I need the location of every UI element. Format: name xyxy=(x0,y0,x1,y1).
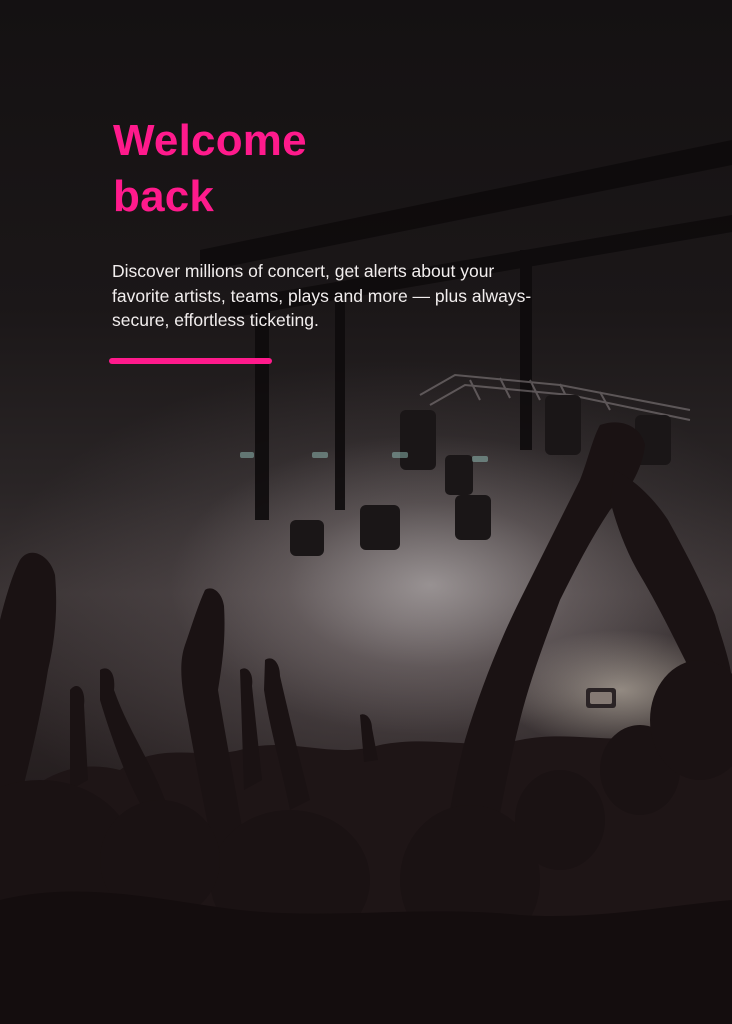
welcome-heading: Welcome back xyxy=(113,113,307,225)
welcome-heading-line-1: Welcome xyxy=(113,116,307,165)
hero-tagline: Discover millions of concert, get alerts… xyxy=(112,261,532,330)
welcome-heading-line-2: back xyxy=(113,172,215,221)
welcome-hero: Welcome back Discover millions of concer… xyxy=(0,0,732,1024)
accent-bar xyxy=(109,358,272,364)
concert-crowd-photo xyxy=(0,140,732,1024)
